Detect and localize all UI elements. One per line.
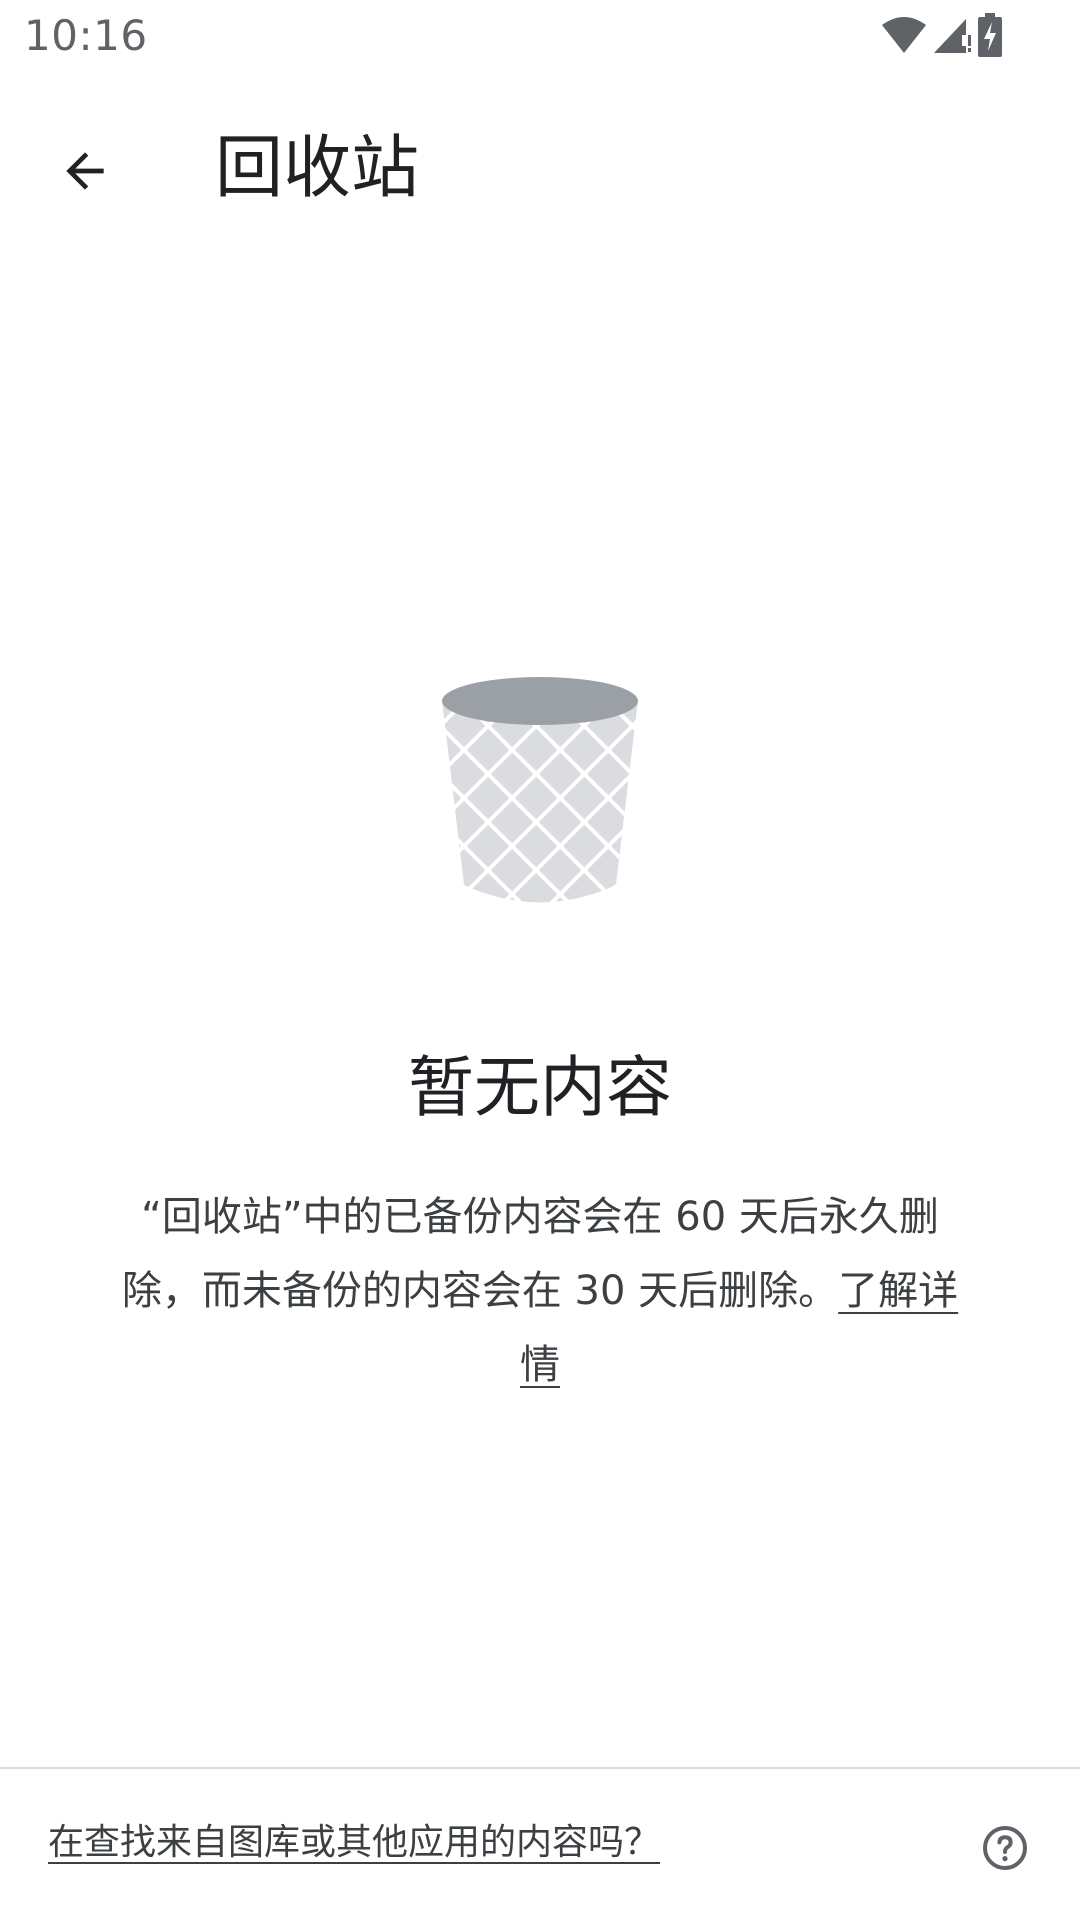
trash-screen: 10:16 回收站 暂无内容 “回收站”中的已备份内容会在 60 天后永久删除，… [0, 0, 1080, 1920]
divider [0, 1767, 1080, 1769]
back-button[interactable] [30, 128, 140, 218]
help-circle-icon [981, 1824, 1029, 1876]
empty-state-description: “回收站”中的已备份内容会在 60 天后永久删除，而未备份的内容会在 30 天后… [110, 1180, 970, 1402]
page-title: 回收站 [215, 129, 420, 208]
wifi-icon [880, 15, 928, 55]
battery-charging-icon [976, 13, 1004, 57]
arrow-back-icon [57, 143, 113, 203]
trash-bin-icon [440, 675, 640, 910]
status-time: 10:16 [24, 11, 148, 60]
description-text: “回收站”中的已备份内容会在 60 天后永久删除，而未备份的内容会在 30 天后… [121, 1194, 939, 1314]
help-button[interactable] [970, 1815, 1040, 1885]
status-icons [880, 12, 1004, 58]
status-bar: 10:16 [0, 0, 1080, 75]
app-bar: 回收站 [0, 90, 1080, 250]
empty-state-title: 暂无内容 [408, 1049, 672, 1126]
cell-signal-icon [932, 15, 972, 55]
find-content-link[interactable]: 在查找来自图库或其他应用的内容吗？ [48, 1815, 660, 1871]
